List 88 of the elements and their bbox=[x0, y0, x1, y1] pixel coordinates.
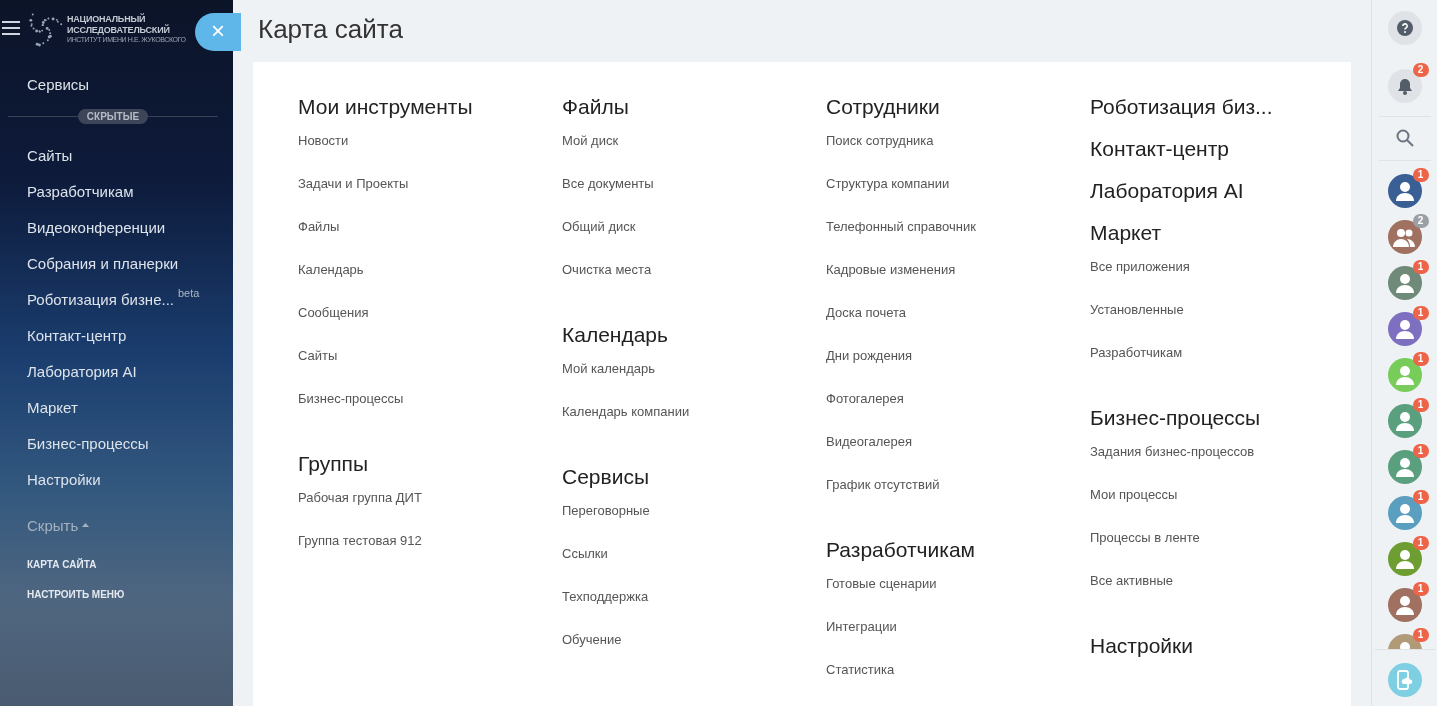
sitemap-link[interactable]: Сообщения bbox=[298, 305, 562, 348]
sitemap-link[interactable]: Дни рождения bbox=[826, 348, 1090, 391]
section-heading[interactable]: Календарь bbox=[562, 323, 826, 347]
sitemap-link[interactable]: Поиск сотрудника bbox=[826, 133, 1090, 176]
sitemap-link[interactable]: Ссылки bbox=[562, 546, 826, 589]
sitemap-link[interactable]: Мой календарь bbox=[562, 361, 826, 404]
sitemap-link[interactable]: Календарь компании bbox=[562, 404, 826, 447]
sitemap-link[interactable]: График отсутствий bbox=[826, 477, 1090, 520]
sitemap-link[interactable]: Переговорные bbox=[562, 503, 826, 546]
sidebar-item[interactable]: Контакт-центр bbox=[0, 327, 127, 344]
sitemap-link[interactable]: Процессы в ленте bbox=[1090, 530, 1354, 573]
section-heading[interactable]: Лаборатория AI bbox=[1090, 179, 1354, 203]
section-heading[interactable]: Мои инструменты bbox=[298, 95, 562, 119]
unread-count: 1 bbox=[1412, 582, 1429, 596]
notification-count: 2 bbox=[1412, 63, 1429, 77]
unread-count: 1 bbox=[1412, 168, 1429, 182]
section-heading[interactable]: Сервисы bbox=[562, 465, 826, 489]
section-heading[interactable]: Сотрудники bbox=[826, 95, 1090, 119]
unread-count: 1 bbox=[1412, 444, 1429, 458]
sitemap-link[interactable]: Группа тестовая 912 bbox=[298, 533, 562, 576]
sitemap-link[interactable]: Разработчикам bbox=[1090, 345, 1354, 388]
section-heading[interactable]: Бизнес-процессы bbox=[1090, 406, 1354, 430]
sidebar-item[interactable]: Разработчикам bbox=[0, 183, 134, 200]
unread-count: 1 bbox=[1412, 398, 1429, 412]
logo-title: ИССЛЕДОВАТЕЛЬСКИЙ bbox=[67, 24, 171, 36]
hidden-section-label: СКРЫТЫЕ bbox=[77, 109, 149, 124]
sitemap-link[interactable]: Мои процессы bbox=[1090, 487, 1354, 530]
sitemap-link[interactable]: Мой диск bbox=[562, 133, 826, 176]
sitemap-link[interactable]: Все приложения bbox=[1090, 259, 1354, 302]
section-heading[interactable]: Группы bbox=[298, 452, 562, 476]
section-heading[interactable]: Контакт-центр bbox=[1090, 137, 1354, 161]
sitemap-link[interactable]: Фотогалерея bbox=[826, 391, 1090, 434]
sitemap-link[interactable]: Все документы bbox=[562, 176, 826, 219]
unread-count: 1 bbox=[1412, 628, 1429, 642]
sitemap-link[interactable]: Готовые сценарии bbox=[826, 576, 1090, 619]
sitemap-link[interactable]: Общий диск bbox=[562, 219, 826, 262]
sitemap-link[interactable]: Доска почета bbox=[826, 305, 1090, 348]
sitemap-link[interactable]: Новости bbox=[298, 133, 562, 176]
section-heading[interactable]: Роботизация биз... bbox=[1090, 95, 1354, 119]
sitemap-link[interactable]: Обучение bbox=[562, 632, 826, 675]
sitemap-link[interactable]: Календарь bbox=[298, 262, 562, 305]
sitemap-link[interactable]: Задачи и Проекты bbox=[298, 176, 562, 219]
section-heading[interactable]: Разработчикам bbox=[826, 538, 1090, 562]
unread-count: 1 bbox=[1412, 490, 1429, 504]
sidebar-item[interactable]: Сервисы bbox=[0, 76, 233, 93]
sitemap-link[interactable]: Все активные bbox=[1090, 573, 1354, 616]
sidebar-item[interactable]: Бизнес-процессы bbox=[0, 435, 149, 452]
sidebar-footer-link[interactable]: КАРТА САЙТА bbox=[27, 559, 233, 570]
help-icon bbox=[1396, 20, 1413, 36]
unread-count: 2 bbox=[1412, 214, 1429, 228]
section-heading[interactable]: Настройки bbox=[1090, 634, 1354, 658]
sitemap-link[interactable]: Телефонный справочник bbox=[826, 219, 1090, 262]
logo-title: НАЦИОНАЛЬНЫЙ bbox=[67, 13, 146, 24]
sitemap-link[interactable]: Файлы bbox=[298, 219, 562, 262]
sitemap-link[interactable]: Рабочая группа ДИТ bbox=[298, 490, 562, 533]
beta-label: beta bbox=[178, 288, 200, 299]
sitemap-link[interactable]: Видеогалерея bbox=[826, 434, 1090, 477]
sidebar-item[interactable]: Настройки bbox=[0, 471, 101, 488]
menu-icon[interactable] bbox=[2, 21, 20, 35]
caret-icon bbox=[82, 523, 90, 527]
sidebar-footer-link[interactable]: НАСТРОИТЬ МЕНЮ bbox=[27, 589, 233, 600]
sitemap-link[interactable]: Техподдержка bbox=[562, 589, 826, 632]
sitemap-link[interactable]: Задания бизнес-процессов bbox=[1090, 444, 1354, 487]
sitemap-link[interactable]: Интеграции bbox=[826, 619, 1090, 662]
sitemap-link[interactable]: Бизнес-процессы bbox=[298, 391, 562, 434]
unread-count: 1 bbox=[1412, 352, 1429, 366]
sidebar-item[interactable]: Маркет bbox=[0, 399, 78, 416]
section-heading[interactable]: Файлы bbox=[562, 95, 826, 119]
sitemap-link[interactable]: Установленные bbox=[1090, 302, 1354, 345]
sitemap-link[interactable]: Структура компании bbox=[826, 176, 1090, 219]
help-button[interactable] bbox=[1387, 11, 1422, 45]
search-icon[interactable] bbox=[1395, 129, 1414, 147]
page-title: Карта сайта bbox=[258, 14, 404, 45]
bell-icon bbox=[1396, 77, 1413, 95]
section-heading[interactable]: Маркет bbox=[1090, 221, 1354, 245]
sitemap-link[interactable]: Очистка места bbox=[562, 262, 826, 305]
sidebar-item[interactable]: Сайты bbox=[0, 147, 73, 164]
sidebar-item[interactable]: Роботизация бизне... bbox=[0, 291, 174, 308]
sidebar-item[interactable]: Собрания и планерки bbox=[0, 255, 179, 272]
sitemap-link[interactable]: Кадровые изменения bbox=[826, 262, 1090, 305]
sitemap-link[interactable]: Сайты bbox=[298, 348, 562, 391]
phone-cloud-icon bbox=[1395, 670, 1414, 690]
sidebar-item[interactable]: Видеоконференции bbox=[0, 219, 166, 236]
unread-count: 1 bbox=[1412, 260, 1429, 274]
sitemap-link[interactable]: Статистика bbox=[826, 662, 1090, 705]
unread-count: 1 bbox=[1412, 306, 1429, 320]
sidebar-item[interactable]: Лаборатория AI bbox=[0, 363, 137, 380]
unread-count: 1 bbox=[1412, 536, 1429, 550]
